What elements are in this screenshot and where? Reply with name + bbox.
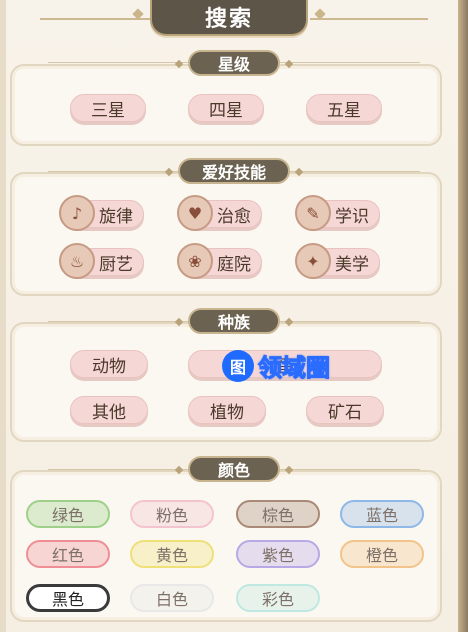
filter-star-5[interactable]: 五星 <box>306 94 382 122</box>
filter-hobby-aesthetics[interactable]: ✦ 美学 <box>295 243 380 279</box>
filter-hobby-label: 庭院 <box>217 254 251 275</box>
knowledge-avatar-icon: ✎ <box>295 195 331 231</box>
title-divider-right <box>310 18 428 20</box>
filter-hobby-melody[interactable]: ♪ 旋律 <box>59 195 144 231</box>
filter-color-2[interactable]: 棕色 <box>236 500 320 528</box>
filter-color-label: 粉色 <box>155 506 188 525</box>
filter-hobby-label: 旋律 <box>99 206 133 227</box>
filter-color-6[interactable]: 紫色 <box>236 540 320 568</box>
filter-color-7[interactable]: 橙色 <box>340 540 424 568</box>
filter-color-label: 红色 <box>51 546 84 565</box>
filter-star-4[interactable]: 四星 <box>188 94 264 122</box>
healing-avatar-icon: ♥ <box>177 195 213 231</box>
filter-hobby-cooking[interactable]: ♨ 厨艺 <box>59 243 144 279</box>
filter-hobby-knowledge[interactable]: ✎ 学识 <box>295 195 380 231</box>
filter-color-label: 白色 <box>155 590 188 609</box>
filter-race-mineral[interactable]: 矿石 <box>306 396 384 424</box>
filter-color-4[interactable]: 红色 <box>26 540 110 568</box>
filter-hobby-label: 学识 <box>335 206 369 227</box>
race-section-title: 种族 <box>188 308 280 334</box>
filter-color-0[interactable]: 绿色 <box>26 500 110 528</box>
cooking-avatar-icon: ♨ <box>59 243 95 279</box>
melody-avatar-icon: ♪ <box>59 195 95 231</box>
filter-color-label: 蓝色 <box>365 506 398 525</box>
filter-color-label: 绿色 <box>51 506 84 525</box>
filter-color-label: 黑色 <box>51 590 84 609</box>
filter-color-1[interactable]: 粉色 <box>130 500 214 528</box>
garden-avatar-icon: ❀ <box>177 243 213 279</box>
filter-hobby-healing[interactable]: ♥ 治愈 <box>177 195 262 231</box>
filter-color-label: 彩色 <box>261 590 294 609</box>
filter-race-animal[interactable]: 动物 <box>70 350 148 378</box>
aesthetics-avatar-icon: ✦ <box>295 243 331 279</box>
side-edge <box>458 0 468 632</box>
color-section-title: 颜色 <box>188 456 280 482</box>
watermark-logo-icon: 图 <box>222 349 254 382</box>
filter-hobby-label: 美学 <box>335 254 369 275</box>
filter-color-label: 橙色 <box>365 546 398 565</box>
filter-color-10[interactable]: 彩色 <box>236 584 320 612</box>
filter-star-3[interactable]: 三星 <box>70 94 146 122</box>
page-title: 搜索 <box>150 0 308 36</box>
filter-color-label: 紫色 <box>261 546 294 565</box>
filter-color-3[interactable]: 蓝色 <box>340 500 424 528</box>
filter-color-label: 棕色 <box>261 506 294 525</box>
title-divider-left <box>40 18 158 20</box>
hobby-section-title: 爱好技能 <box>178 158 290 184</box>
filter-color-8[interactable]: 黑色 <box>26 584 110 612</box>
filter-color-9[interactable]: 白色 <box>130 584 214 612</box>
watermark-text: 领域圈 <box>258 354 331 383</box>
filter-color-label: 黄色 <box>155 546 188 565</box>
filter-race-plant[interactable]: 植物 <box>188 396 266 424</box>
filter-hobby-label: 厨艺 <box>99 254 133 275</box>
filter-race-other[interactable]: 其他 <box>70 396 148 424</box>
filter-color-5[interactable]: 黄色 <box>130 540 214 568</box>
watermark: 图 领域圈 <box>222 348 331 383</box>
filter-hobby-label: 治愈 <box>217 206 251 227</box>
star-section-title: 星级 <box>188 50 280 76</box>
filter-hobby-garden[interactable]: ❀ 庭院 <box>177 243 262 279</box>
